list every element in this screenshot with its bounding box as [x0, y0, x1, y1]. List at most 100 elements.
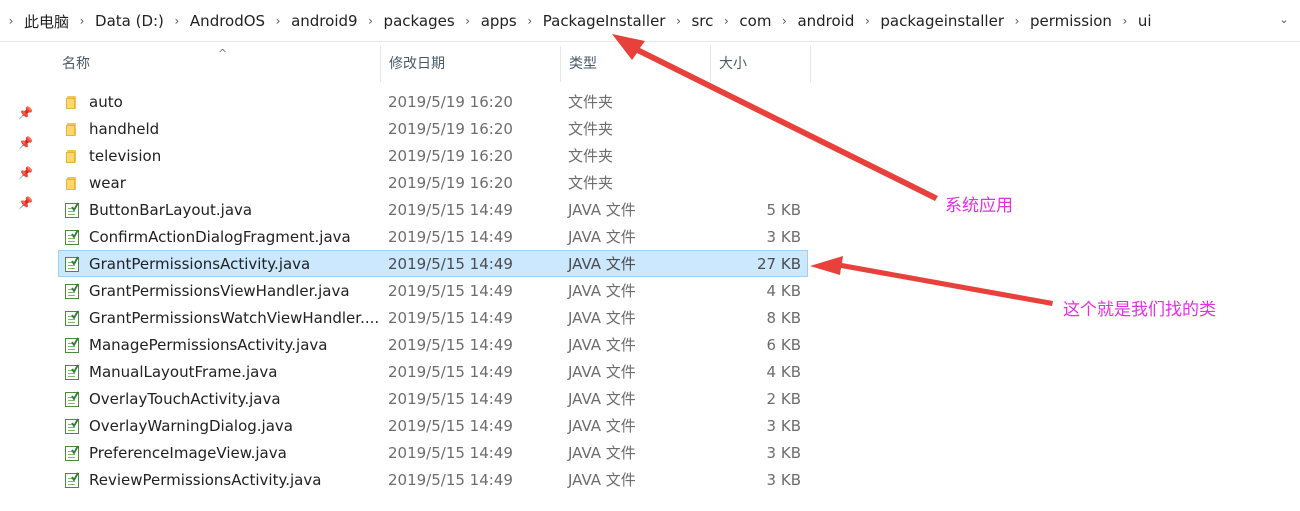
file-row[interactable]: television 2019/5/19 16:20 文件夹: [58, 142, 808, 169]
breadcrumb-item[interactable]: android9: [289, 12, 359, 30]
folder-icon: [64, 94, 80, 110]
chevron-right-icon[interactable]: ›: [856, 14, 878, 28]
java-file-icon: [64, 256, 80, 272]
file-name: ConfirmActionDialogFragment.java: [89, 228, 351, 246]
chevron-right-icon[interactable]: ›: [267, 14, 289, 28]
file-date: 2019/5/19 16:20: [388, 147, 513, 165]
column-header-size[interactable]: 大小: [710, 46, 811, 82]
file-size: 3 KB: [766, 444, 801, 462]
java-file-icon: [64, 202, 80, 218]
file-row[interactable]: ReviewPermissionsActivity.java 2019/5/15 …: [58, 466, 808, 493]
file-name: auto: [89, 93, 123, 111]
breadcrumb-item[interactable]: packageinstaller: [878, 12, 1006, 30]
breadcrumb-item[interactable]: AndrodOS: [188, 12, 267, 30]
java-file-icon: [64, 445, 80, 461]
file-date: 2019/5/15 14:49: [388, 471, 513, 489]
file-type: 文件夹: [568, 120, 614, 138]
file-row[interactable]: PreferenceImageView.java 2019/5/15 14:49 J…: [58, 439, 808, 466]
breadcrumb-item[interactable]: permission: [1028, 12, 1114, 30]
java-file-icon: [64, 283, 80, 299]
file-type: JAVA 文件: [568, 201, 636, 219]
file-row[interactable]: ManualLayoutFrame.java 2019/5/15 14:49 JAV…: [58, 358, 808, 385]
file-type: JAVA 文件: [568, 336, 636, 354]
chevron-right-icon[interactable]: ›: [773, 14, 795, 28]
file-date: 2019/5/15 14:49: [388, 444, 513, 462]
file-row[interactable]: ConfirmActionDialogFragment.java 2019/5/1…: [58, 223, 808, 250]
file-row[interactable]: GrantPermissionsActivity.java 2019/5/15 1…: [58, 250, 808, 277]
file-name: OverlayWarningDialog.java: [89, 417, 293, 435]
file-type: JAVA 文件: [568, 282, 636, 300]
file-row[interactable]: ButtonBarLayout.java 2019/5/15 14:49 JAVA …: [58, 196, 808, 223]
chevron-right-icon[interactable]: ›: [457, 14, 479, 28]
java-file-icon: [64, 418, 80, 434]
chevron-right-icon[interactable]: ›: [1114, 14, 1136, 28]
pin-icon[interactable]: 📌: [18, 106, 33, 120]
file-row[interactable]: auto 2019/5/19 16:20 文件夹: [58, 88, 808, 115]
file-type: JAVA 文件: [568, 255, 636, 273]
chevron-right-icon[interactable]: ›: [715, 14, 737, 28]
java-file-icon: [64, 337, 80, 353]
address-bar[interactable]: › 此电脑 › Data (D:) › AndrodOS › android9 › package…: [0, 0, 1300, 42]
file-row[interactable]: ManagePermissionsActivity.java 2019/5/15 …: [58, 331, 808, 358]
annotation-target-class: 这个就是我们找的类: [1063, 300, 1216, 320]
file-type: JAVA 文件: [568, 444, 636, 462]
file-row[interactable]: wear 2019/5/19 16:20 文件夹: [58, 169, 808, 196]
column-header-name-label: 名称: [62, 56, 90, 72]
breadcrumb-item[interactable]: Data (D:): [93, 12, 166, 30]
column-header-type[interactable]: 类型: [560, 46, 710, 82]
file-type: JAVA 文件: [568, 228, 636, 246]
file-size: 8 KB: [766, 309, 801, 327]
file-size: 3 KB: [766, 228, 801, 246]
file-date: 2019/5/15 14:49: [388, 417, 513, 435]
breadcrumb-item[interactable]: 此电脑: [22, 11, 71, 32]
chevron-right-icon[interactable]: ›: [166, 14, 188, 28]
chevron-right-icon[interactable]: ›: [0, 14, 22, 28]
breadcrumb-item[interactable]: src: [689, 12, 715, 30]
file-name: ButtonBarLayout.java: [89, 201, 253, 219]
file-date: 2019/5/19 16:20: [388, 174, 513, 192]
annotation-system-app: 系统应用: [945, 196, 1013, 216]
file-date: 2019/5/15 14:49: [388, 390, 513, 408]
file-name: GrantPermissionsWatchViewHandler....: [89, 309, 380, 327]
column-header-date[interactable]: 修改日期: [380, 46, 560, 82]
pin-icon[interactable]: 📌: [18, 136, 33, 150]
file-type: JAVA 文件: [568, 363, 636, 381]
column-header-size-label: 大小: [719, 56, 747, 72]
breadcrumb-item[interactable]: apps: [479, 12, 519, 30]
file-name: OverlayTouchActivity.java: [89, 390, 281, 408]
file-row[interactable]: GrantPermissionsWatchViewHandler.... 2019…: [58, 304, 808, 331]
file-name: ManualLayoutFrame.java: [89, 363, 278, 381]
chevron-right-icon[interactable]: ›: [1006, 14, 1028, 28]
file-size: 6 KB: [766, 336, 801, 354]
chevron-right-icon[interactable]: ›: [360, 14, 382, 28]
file-row[interactable]: handheld 2019/5/19 16:20 文件夹: [58, 115, 808, 142]
pin-icon[interactable]: 📌: [18, 196, 33, 210]
file-name: wear: [89, 174, 126, 192]
file-type: JAVA 文件: [568, 309, 636, 327]
file-date: 2019/5/19 16:20: [388, 93, 513, 111]
file-name: television: [89, 147, 162, 165]
file-name: PreferenceImageView.java: [89, 444, 287, 462]
file-type: 文件夹: [568, 93, 614, 111]
chevron-right-icon[interactable]: ›: [519, 14, 541, 28]
chevron-right-icon[interactable]: ›: [667, 14, 689, 28]
file-row[interactable]: OverlayTouchActivity.java 2019/5/15 14:49…: [58, 385, 808, 412]
breadcrumb-item[interactable]: ui: [1136, 12, 1154, 30]
file-row[interactable]: OverlayWarningDialog.java 2019/5/15 14:49…: [58, 412, 808, 439]
folder-icon: [64, 175, 80, 191]
file-size: 5 KB: [766, 201, 801, 219]
file-type: JAVA 文件: [568, 390, 636, 408]
java-file-icon: [64, 391, 80, 407]
breadcrumb-item[interactable]: com: [737, 12, 773, 30]
file-size: 4 KB: [766, 363, 801, 381]
breadcrumb-item[interactable]: PackageInstaller: [541, 12, 668, 30]
breadcrumb-item[interactable]: packages: [382, 12, 457, 30]
column-header-name[interactable]: 名称 ^: [54, 46, 384, 82]
file-date: 2019/5/15 14:49: [388, 363, 513, 381]
file-row[interactable]: GrantPermissionsViewHandler.java 2019/5/1…: [58, 277, 808, 304]
chevron-down-icon[interactable]: ⌄: [1274, 10, 1294, 30]
pin-icon[interactable]: 📌: [18, 166, 33, 180]
chevron-right-icon[interactable]: ›: [71, 14, 93, 28]
file-list: auto 2019/5/19 16:20 文件夹 handheld 2019/5/19 …: [58, 88, 808, 493]
breadcrumb-item[interactable]: android: [795, 12, 856, 30]
